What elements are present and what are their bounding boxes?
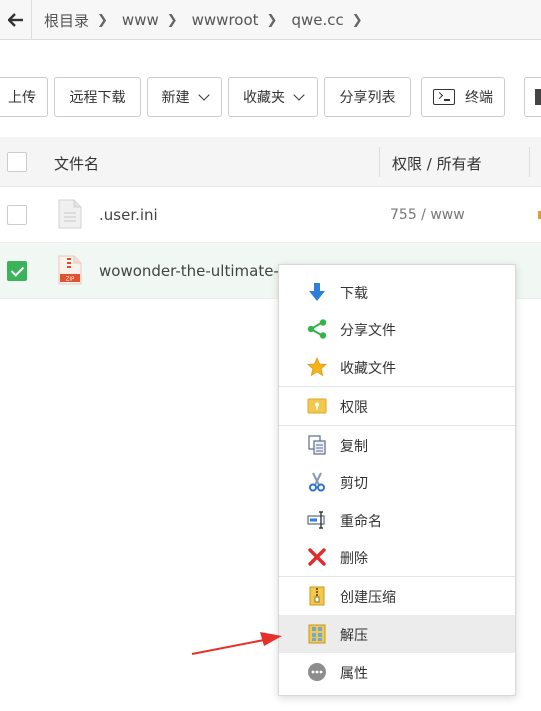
compress-icon <box>309 586 325 606</box>
permission-icon <box>307 398 327 414</box>
column-header-permission[interactable]: 权限 / 所有者 <box>392 153 482 174</box>
menu-item-rename[interactable]: 重命名 <box>279 501 515 539</box>
menu-item-cut[interactable]: 剪切 <box>279 463 515 501</box>
file-name[interactable]: wowonder-the-ultimate- <box>99 262 279 280</box>
breadcrumb-bar: 根目录 ❯ www ❯ wwwroot ❯ qwe.cc ❯ <box>0 0 541 40</box>
row-checkbox[interactable] <box>7 205 27 225</box>
menu-item-label: 删除 <box>340 551 368 567</box>
favorites-label: 收藏夹 <box>243 90 285 106</box>
back-arrow-icon <box>7 13 23 27</box>
menu-item-label: 剪切 <box>340 476 368 492</box>
row-checkbox[interactable] <box>7 261 27 281</box>
menu-item-label: 复制 <box>340 439 368 455</box>
more-icon <box>535 89 541 105</box>
menu-item-label: 分享文件 <box>340 323 396 339</box>
chevron-right-icon: ❯ <box>351 12 363 28</box>
menu-item-copy[interactable]: 复制 <box>279 426 515 464</box>
chevron-right-icon: ❯ <box>97 12 108 28</box>
file-permission[interactable]: 755 / www <box>390 207 465 223</box>
chevron-down-icon <box>197 89 210 101</box>
favorites-dropdown-button[interactable]: 收藏夹 <box>228 77 318 117</box>
properties-icon <box>308 663 326 681</box>
share-icon <box>307 319 327 339</box>
new-label: 新建 <box>161 90 190 106</box>
breadcrumb-item[interactable]: wwwroot <box>180 11 265 29</box>
menu-item-label: 属性 <box>340 666 368 682</box>
upload-button[interactable]: 上传 <box>0 77 48 117</box>
menu-item-label: 收藏文件 <box>340 361 396 377</box>
star-icon <box>307 357 327 377</box>
menu-item-permission[interactable]: 权限 <box>279 387 515 425</box>
breadcrumb-item[interactable]: www <box>110 11 165 29</box>
column-divider <box>529 147 530 177</box>
file-name[interactable]: .user.ini <box>99 206 158 224</box>
chevron-right-icon: ❯ <box>266 12 278 28</box>
delete-icon <box>308 548 326 566</box>
menu-item-properties[interactable]: 属性 <box>279 653 515 691</box>
column-divider <box>379 147 380 177</box>
menu-item-favorite-file[interactable]: 收藏文件 <box>279 348 515 386</box>
terminal-icon <box>433 89 455 105</box>
menu-item-label: 下载 <box>340 286 368 302</box>
breadcrumb-item[interactable]: qwe.cc <box>279 11 349 29</box>
menu-item-label: 重命名 <box>340 514 382 530</box>
column-header-name[interactable]: 文件名 <box>54 153 99 174</box>
new-dropdown-button[interactable]: 新建 <box>147 77 222 117</box>
scissors-icon <box>309 472 325 492</box>
table-row[interactable]: .user.ini 755 / www <box>0 187 541 243</box>
terminal-button[interactable]: 终端 <box>421 77 505 117</box>
extract-icon <box>308 624 326 644</box>
toolbar: 上传 远程下载 新建 收藏夹 分享列表 终端 <box>0 77 541 117</box>
svg-text:ZIP: ZIP <box>66 277 75 283</box>
select-all-checkbox[interactable] <box>7 152 27 172</box>
context-menu: 下载 分享文件 收藏文件 权限 复制 剪切 重命名 删除 创建压缩 解压 属性 <box>278 264 516 696</box>
menu-item-share-file[interactable]: 分享文件 <box>279 310 515 348</box>
copy-icon <box>308 435 326 455</box>
share-list-label: 分享列表 <box>339 90 396 106</box>
rename-icon <box>307 511 325 529</box>
download-icon <box>309 283 325 301</box>
share-list-button[interactable]: 分享列表 <box>324 77 411 117</box>
more-toolbar-button[interactable] <box>524 77 541 117</box>
terminal-label: 终端 <box>465 90 493 106</box>
chevron-down-icon <box>293 89 305 101</box>
chevron-right-icon: ❯ <box>166 12 178 28</box>
menu-item-label: 权限 <box>340 400 368 416</box>
breadcrumb: 根目录 ❯ www ❯ wwwroot ❯ qwe.cc ❯ <box>32 0 365 40</box>
upload-label: 上传 <box>8 90 36 106</box>
breadcrumb-item[interactable]: 根目录 <box>32 10 95 31</box>
menu-item-download[interactable]: 下载 <box>279 273 515 311</box>
menu-item-label: 解压 <box>340 628 368 644</box>
text-file-icon <box>58 199 82 229</box>
menu-item-create-archive[interactable]: 创建压缩 <box>279 577 515 615</box>
remote-download-button[interactable]: 远程下载 <box>54 77 141 117</box>
annotation-arrow-icon <box>191 632 282 655</box>
menu-item-extract[interactable]: 解压 <box>279 615 515 653</box>
back-button[interactable] <box>0 0 32 40</box>
menu-item-label: 创建压缩 <box>340 590 396 606</box>
file-table-header: 文件名 权限 / 所有者 <box>0 137 541 187</box>
menu-item-delete[interactable]: 删除 <box>279 538 515 576</box>
remote-download-label: 远程下载 <box>69 90 126 106</box>
zip-file-icon: ZIP <box>58 255 82 285</box>
